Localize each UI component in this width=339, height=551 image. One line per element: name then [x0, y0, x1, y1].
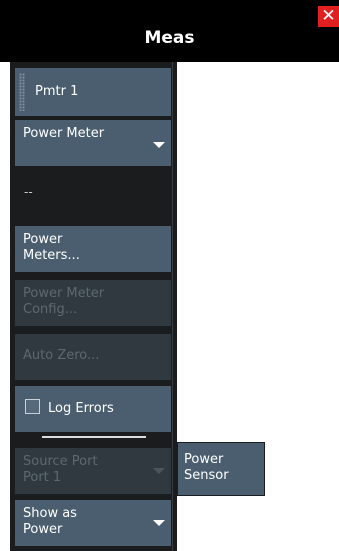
auto-zero-button[interactable]: Auto Zero...	[15, 334, 171, 380]
power-readout: --	[24, 185, 33, 199]
power-sensor-label-1: Power	[184, 452, 224, 467]
show-as-label-2: Power	[23, 522, 63, 537]
power-sensor-button[interactable]: Power Sensor	[177, 442, 265, 496]
power-meter-config-button[interactable]: Power Meter Config...	[15, 280, 171, 326]
dropdown-arrow-icon	[153, 520, 165, 526]
pmtr-label: Pmtr 1	[35, 84, 79, 99]
power-meter-select[interactable]: Power Meter	[15, 120, 171, 166]
drag-grip-icon[interactable]	[19, 73, 25, 111]
power-meter-config-label-2: Config...	[23, 302, 78, 317]
close-button[interactable]: ✕	[318, 6, 339, 27]
panel-divider	[172, 62, 173, 551]
power-meters-button[interactable]: Power Meters...	[15, 226, 171, 272]
window-title: Meas	[144, 28, 195, 48]
power-meter-config-label-1: Power Meter	[23, 286, 105, 301]
power-sensor-label-2: Sensor	[184, 468, 229, 483]
show-as-select[interactable]: Show as Power	[15, 500, 171, 546]
log-errors-label: Log Errors	[48, 401, 114, 416]
pmtr-button[interactable]: Pmtr 1	[15, 68, 171, 116]
separator	[42, 436, 146, 438]
dropdown-arrow-icon	[153, 468, 165, 474]
source-port-label-1: Source Port	[23, 454, 98, 469]
power-meter-select-label: Power Meter	[23, 126, 105, 141]
source-port-label-2: Port 1	[23, 470, 62, 485]
auto-zero-label: Auto Zero...	[23, 348, 100, 363]
log-errors-checkbox[interactable]	[25, 399, 40, 414]
show-as-label-1: Show as	[23, 506, 77, 521]
close-icon: ✕	[321, 6, 336, 26]
source-port-select[interactable]: Source Port Port 1	[15, 448, 171, 494]
power-meters-label-2: Meters...	[23, 248, 80, 263]
power-meters-label-1: Power	[23, 232, 63, 247]
log-errors-toggle[interactable]: Log Errors	[15, 386, 171, 432]
dropdown-arrow-icon	[153, 142, 165, 148]
